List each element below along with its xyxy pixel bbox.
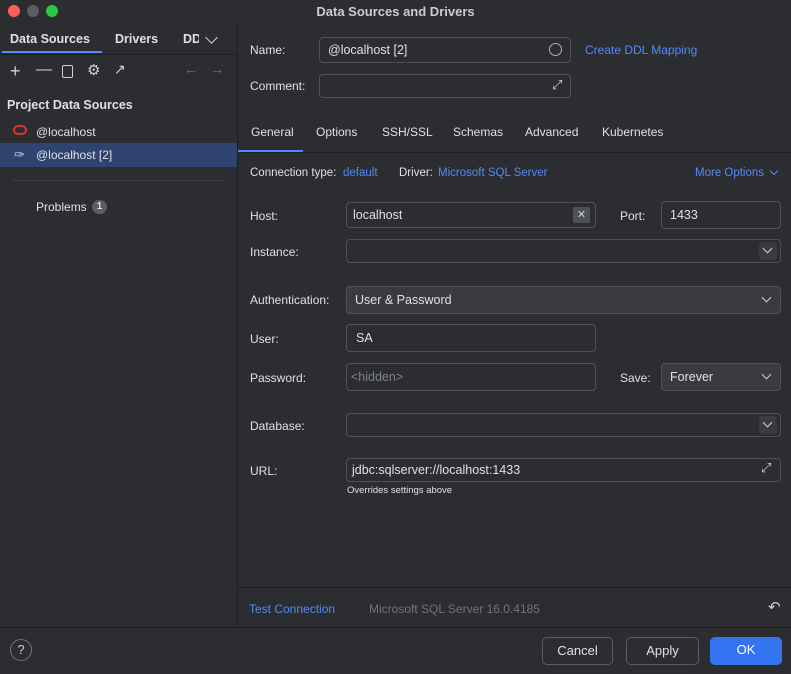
- url-input[interactable]: jdbc:sqlserver://localhost:1433 ⤢: [346, 458, 781, 482]
- chevron-down-icon: [762, 417, 773, 428]
- clear-icon[interactable]: ✕: [573, 207, 590, 223]
- password-label: Password:: [250, 371, 307, 385]
- tab-options[interactable]: Options: [316, 125, 357, 139]
- save-select[interactable]: Forever: [661, 363, 781, 391]
- sqlserver-icon: ✑: [14, 147, 25, 162]
- section-title: Project Data Sources: [7, 98, 133, 112]
- connection-type-label: Connection type:: [250, 167, 337, 179]
- oracle-icon: [13, 125, 27, 135]
- more-options-link[interactable]: More Options: [695, 167, 764, 179]
- user-input[interactable]: SA: [346, 324, 596, 352]
- url-hint: Overrides settings above: [347, 485, 453, 496]
- save-select-value: Forever: [670, 370, 714, 384]
- chevron-down-icon: [761, 369, 772, 380]
- problems-label[interactable]: Problems: [36, 200, 87, 214]
- apply-button[interactable]: Apply: [626, 637, 699, 665]
- chevron-down-icon: [761, 292, 772, 303]
- database-combo[interactable]: [346, 413, 781, 437]
- database-label: Database:: [250, 419, 305, 433]
- host-input-value: localhost: [353, 208, 403, 222]
- authentication-value: User & Password: [355, 293, 452, 307]
- name-input-value: @localhost [2]: [328, 43, 408, 57]
- database-dropdown-button[interactable]: [759, 416, 777, 434]
- driver-link[interactable]: Microsoft SQL Server: [438, 167, 548, 179]
- chevron-down-icon: [762, 243, 773, 254]
- tab-kubernetes[interactable]: Kubernetes: [602, 125, 663, 139]
- port-input-value: 1433: [670, 208, 698, 222]
- tab-drivers[interactable]: Drivers: [115, 32, 158, 46]
- authentication-select[interactable]: User & Password: [346, 286, 781, 314]
- list-item[interactable]: @localhost: [0, 120, 237, 144]
- problems-count-badge: 1: [92, 200, 107, 214]
- ok-button[interactable]: OK: [710, 637, 782, 665]
- divider: [238, 587, 791, 588]
- host-label: Host:: [250, 209, 279, 223]
- active-tab-indicator: [2, 51, 102, 53]
- tab-ssh-ssl[interactable]: SSH/SSL: [382, 125, 433, 139]
- save-label: Save:: [620, 371, 651, 385]
- divider: [238, 152, 791, 153]
- connection-type-link[interactable]: default: [343, 167, 378, 179]
- user-label: User:: [250, 332, 279, 346]
- left-panel: Data Sources Drivers DD + — ⚙ ↗ ← → Proj…: [0, 24, 238, 627]
- name-label: Name:: [250, 43, 286, 57]
- expand-icon[interactable]: ⤢: [552, 77, 562, 93]
- port-input[interactable]: 1433: [661, 201, 781, 229]
- server-version-text: Microsoft SQL Server 16.0.4185: [369, 602, 540, 616]
- undo-icon[interactable]: ↶: [768, 598, 781, 616]
- expand-icon[interactable]: ⤢: [761, 460, 771, 476]
- password-placeholder: <hidden>: [351, 370, 404, 384]
- driver-label: Driver:: [399, 167, 433, 179]
- user-input-value: SA: [356, 331, 373, 345]
- comment-input[interactable]: ⤢: [319, 74, 571, 98]
- window-title: Data Sources and Drivers: [316, 4, 475, 19]
- authentication-label: Authentication:: [250, 293, 330, 307]
- instance-combo[interactable]: [346, 239, 781, 263]
- test-connection-link[interactable]: Test Connection: [249, 602, 335, 616]
- duplicate-icon[interactable]: [62, 65, 73, 78]
- port-label: Port:: [620, 209, 646, 223]
- password-input[interactable]: <hidden>: [346, 363, 596, 391]
- tab-advanced[interactable]: Advanced: [525, 125, 578, 139]
- divider: [12, 180, 224, 181]
- instance-label: Instance:: [250, 245, 299, 259]
- jump-to-icon[interactable]: ↗: [114, 61, 126, 78]
- divider: [0, 54, 237, 55]
- cancel-button[interactable]: Cancel: [542, 637, 613, 665]
- create-ddl-mapping-link[interactable]: Create DDL Mapping: [585, 43, 697, 57]
- chevron-down-icon[interactable]: [205, 31, 218, 44]
- instance-dropdown-button[interactable]: [759, 242, 777, 260]
- forward-arrow-icon[interactable]: →: [210, 61, 224, 77]
- back-arrow-icon[interactable]: ←: [184, 61, 198, 77]
- remove-icon[interactable]: —: [36, 61, 52, 79]
- tab-ddl[interactable]: DD: [183, 32, 199, 46]
- list-item-selected[interactable]: ✑ @localhost [2]: [0, 143, 237, 167]
- color-circle-icon[interactable]: [549, 43, 562, 56]
- help-button[interactable]: ?: [10, 639, 32, 661]
- list-item-label: @localhost [2]: [36, 148, 113, 162]
- name-input[interactable]: @localhost [2]: [319, 37, 571, 63]
- gear-icon[interactable]: ⚙: [87, 61, 100, 79]
- list-item-label: @localhost: [36, 125, 96, 139]
- add-icon[interactable]: +: [10, 61, 21, 82]
- host-input[interactable]: localhost ✕: [346, 202, 596, 228]
- tab-general[interactable]: General: [251, 125, 294, 139]
- url-label: URL:: [250, 464, 278, 478]
- tab-schemas[interactable]: Schemas: [453, 125, 503, 139]
- comment-label: Comment:: [250, 79, 306, 93]
- tab-data-sources[interactable]: Data Sources: [10, 32, 90, 46]
- url-input-value: jdbc:sqlserver://localhost:1433: [352, 463, 521, 477]
